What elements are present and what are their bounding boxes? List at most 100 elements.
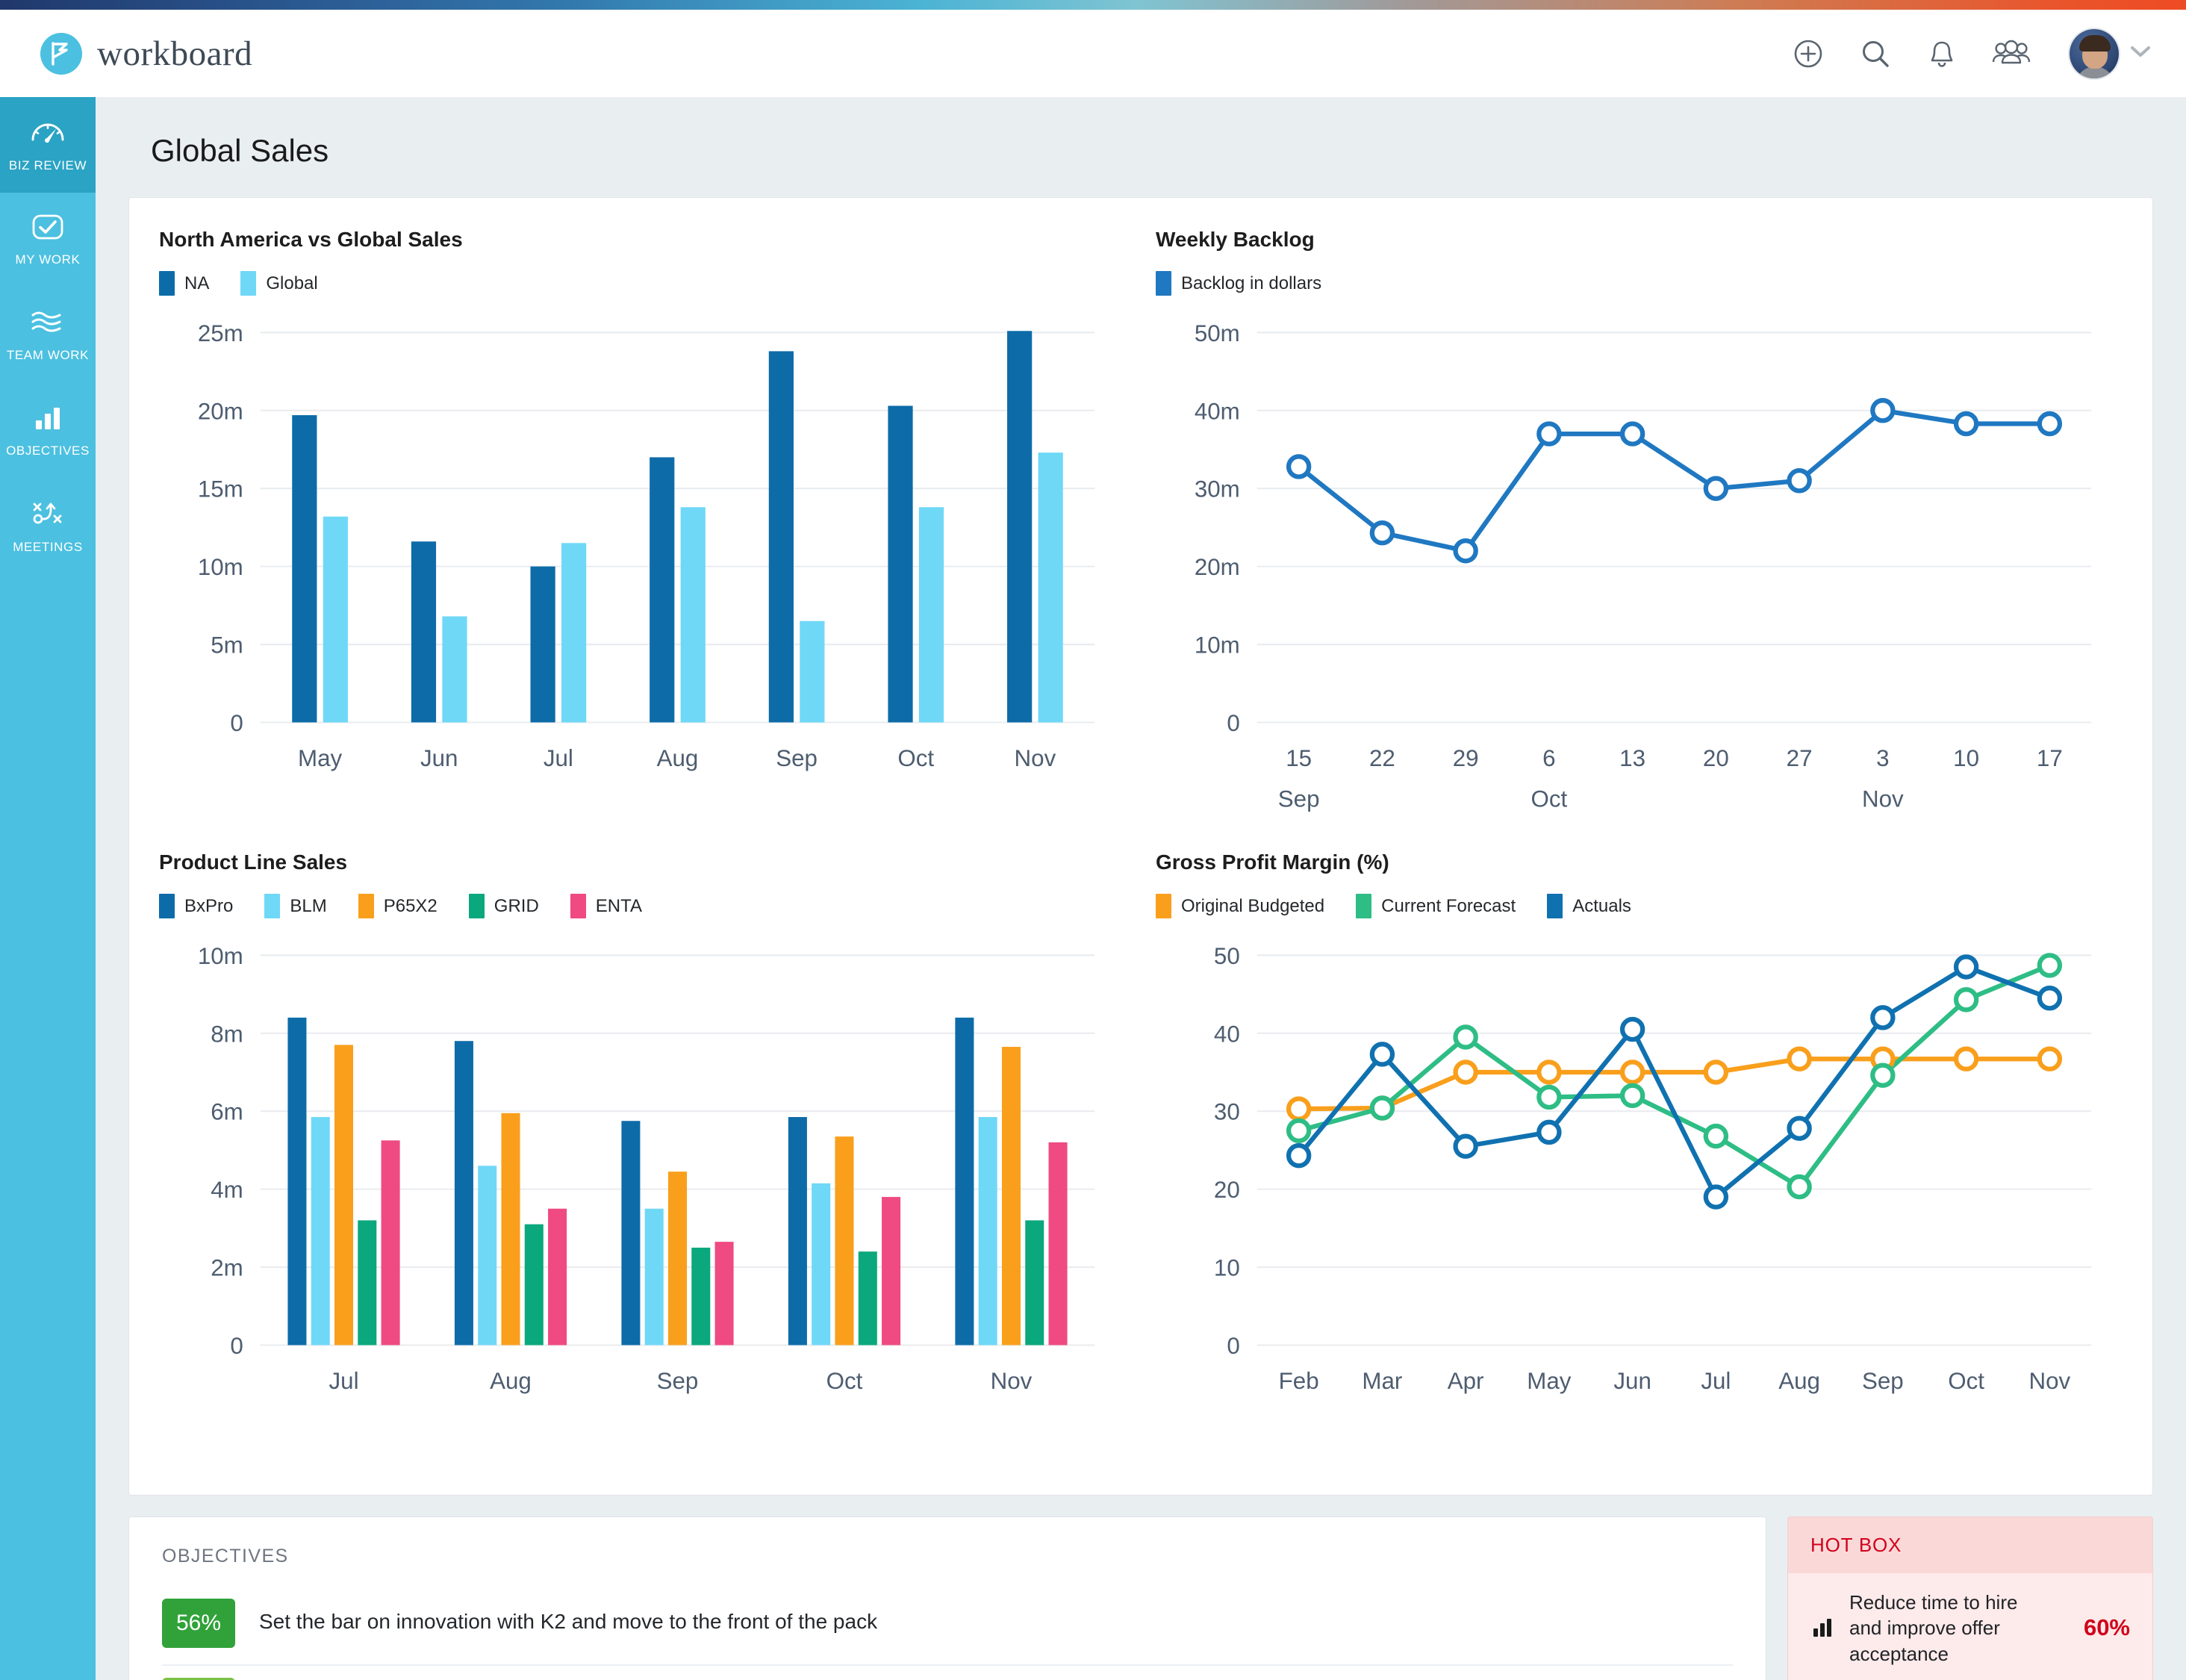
header-actions (1792, 28, 2152, 78)
chart-2: Product Line Sales BxPro BLM P65X2 GRID ENTA 0… (159, 846, 1126, 1469)
svg-text:2m: 2m (211, 1255, 243, 1281)
objectives-panel: OBJECTIVES 56% Set the bar on innovation … (128, 1516, 1766, 1680)
add-icon[interactable] (1792, 37, 1825, 70)
chevron-down-icon (2129, 44, 2152, 63)
legend-item[interactable]: Current Forecast (1356, 894, 1516, 919)
speedometer-icon (29, 116, 66, 150)
strategy-play-icon (30, 500, 66, 532)
legend-item[interactable]: Global (240, 271, 318, 296)
svg-text:Aug: Aug (1778, 1368, 1820, 1394)
hotbox-row[interactable]: Reduce time to hire and improve offer ac… (1810, 1573, 2130, 1680)
legend-swatch (240, 271, 257, 296)
sidebar-item-label: MEETINGS (13, 540, 83, 554)
hotbox-text: Reduce time to hire and improve offer ac… (1849, 1590, 2018, 1665)
svg-text:Mar: Mar (1362, 1368, 1402, 1394)
svg-text:20: 20 (1703, 745, 1729, 771)
chart-plot: 0 5m 10m 15m 20m 25m May Jun Jul Aug Sep Oct Nov (159, 309, 1126, 824)
legend-item[interactable]: Actuals (1547, 894, 1631, 919)
legend-label: Global (266, 273, 318, 293)
hotbox-value: 60% (2061, 1614, 2130, 1641)
svg-text:50: 50 (1214, 943, 1240, 969)
objective-row[interactable]: 56% Set the bar on innovation with K2 and… (162, 1587, 1733, 1666)
hotbox-value-main: 60% (2083, 1614, 2130, 1641)
svg-text:15m: 15m (198, 476, 243, 503)
legend-label: Original Budgeted (1181, 895, 1325, 916)
hotbox-list: Reduce time to hire and improve offer ac… (1788, 1573, 2152, 1680)
svg-text:May: May (1527, 1368, 1572, 1394)
objective-row[interactable]: 55% Make the K2 Launch the most successfu… (162, 1666, 1733, 1680)
svg-text:Nov: Nov (2028, 1368, 2070, 1394)
svg-text:3: 3 (1876, 745, 1889, 771)
svg-text:Sep: Sep (1278, 785, 1320, 812)
main-content: Global Sales North America vs Global Sal… (96, 97, 2186, 1680)
legend-label: NA (184, 273, 210, 293)
svg-text:10: 10 (1953, 745, 1979, 771)
chart-title: Gross Profit Margin (%) (1156, 850, 1389, 874)
bar-chart-icon (32, 405, 63, 435)
sidebar-item-biz-review[interactable]: BIZ REVIEW (0, 97, 96, 193)
svg-text:10m: 10m (198, 554, 243, 580)
svg-text:30m: 30m (1195, 476, 1240, 503)
legend-swatch (159, 271, 175, 296)
svg-text:17: 17 (2037, 745, 2063, 771)
sidebar-item-objectives[interactable]: OBJECTIVES (0, 384, 96, 479)
svg-text:Sep: Sep (1862, 1368, 1904, 1394)
objective-progress-badge: 55% (162, 1677, 235, 1680)
svg-text:50m: 50m (1195, 320, 1240, 346)
svg-text:Aug: Aug (490, 1368, 532, 1394)
search-icon[interactable] (1859, 37, 1892, 70)
svg-text:20: 20 (1214, 1177, 1240, 1203)
brand-name: workboard (97, 34, 253, 73)
chart-0: North America vs Global Sales NA Global 0 5m… (159, 223, 1126, 846)
objective-progress-badge: 56% (162, 1598, 235, 1648)
sidebar-item-team-work[interactable]: TEAM WORK (0, 288, 96, 384)
chart-title: Weekly Backlog (1156, 228, 1315, 251)
hotbox-panel: HOT BOX Reduce time to hire and improve … (1787, 1516, 2153, 1680)
avatar-menu[interactable] (2070, 28, 2152, 78)
legend-item[interactable]: Backlog in dollars (1156, 271, 1321, 296)
svg-text:15: 15 (1286, 745, 1312, 771)
svg-text:6m: 6m (211, 1099, 243, 1125)
chart-title: North America vs Global Sales (159, 228, 463, 251)
svg-text:Jun: Jun (1613, 1368, 1651, 1394)
sidebar-item-label: TEAM WORK (6, 348, 90, 362)
svg-text:0: 0 (1227, 1333, 1239, 1359)
legend-item[interactable]: NA (159, 271, 209, 296)
legend-label: Backlog in dollars (1181, 273, 1322, 293)
chart-legend: NA Global (159, 271, 1126, 296)
svg-text:Jul: Jul (544, 745, 573, 771)
svg-text:Jul: Jul (328, 1368, 358, 1394)
sidebar-item-my-work[interactable]: MY WORK (0, 193, 96, 288)
svg-text:10m: 10m (1195, 632, 1240, 659)
svg-text:Oct: Oct (1531, 785, 1568, 812)
legend-item[interactable]: BxPro (159, 894, 234, 919)
sidebar: BIZ REVIEW MY WORK TEAM WORK OBJECTIVES … (0, 97, 96, 1680)
legend-item[interactable]: P65X2 (358, 894, 437, 919)
svg-text:Jun: Jun (420, 745, 458, 771)
legend-item[interactable]: BLM (264, 894, 327, 919)
svg-text:Nov: Nov (991, 1368, 1033, 1394)
objective-text: Set the bar on innovation with K2 and mo… (259, 1609, 878, 1633)
svg-text:0: 0 (230, 1333, 243, 1359)
objective-text: Make the K2 Launch the most successful i… (259, 1678, 771, 1680)
svg-text:30: 30 (1214, 1099, 1240, 1125)
sidebar-item-meetings[interactable]: MEETINGS (0, 479, 96, 575)
chart-legend: Original Budgeted Current Forecast Actuals (1156, 894, 2123, 919)
legend-label: P65X2 (383, 895, 437, 916)
team-people-icon[interactable] (1992, 39, 2031, 69)
brand[interactable]: workboard (40, 32, 253, 75)
legend-label: BLM (290, 895, 327, 916)
legend-item[interactable]: ENTA (570, 894, 642, 919)
svg-text:Feb: Feb (1279, 1368, 1319, 1394)
legend-item[interactable]: GRID (468, 894, 539, 919)
svg-text:5m: 5m (211, 632, 243, 659)
legend-swatch (570, 894, 586, 919)
svg-text:25m: 25m (198, 320, 243, 346)
chart-3: Gross Profit Margin (%) Original Budgeted… (1156, 846, 2123, 1469)
notifications-bell-icon[interactable] (1926, 37, 1958, 70)
legend-swatch (1356, 894, 1372, 919)
chart-1: Weekly Backlog Backlog in dollars 0 10m 20m 3… (1156, 223, 2123, 846)
legend-item[interactable]: Original Budgeted (1156, 894, 1325, 919)
checkmark-box-icon (31, 214, 64, 244)
legend-label: BxPro (184, 895, 234, 916)
